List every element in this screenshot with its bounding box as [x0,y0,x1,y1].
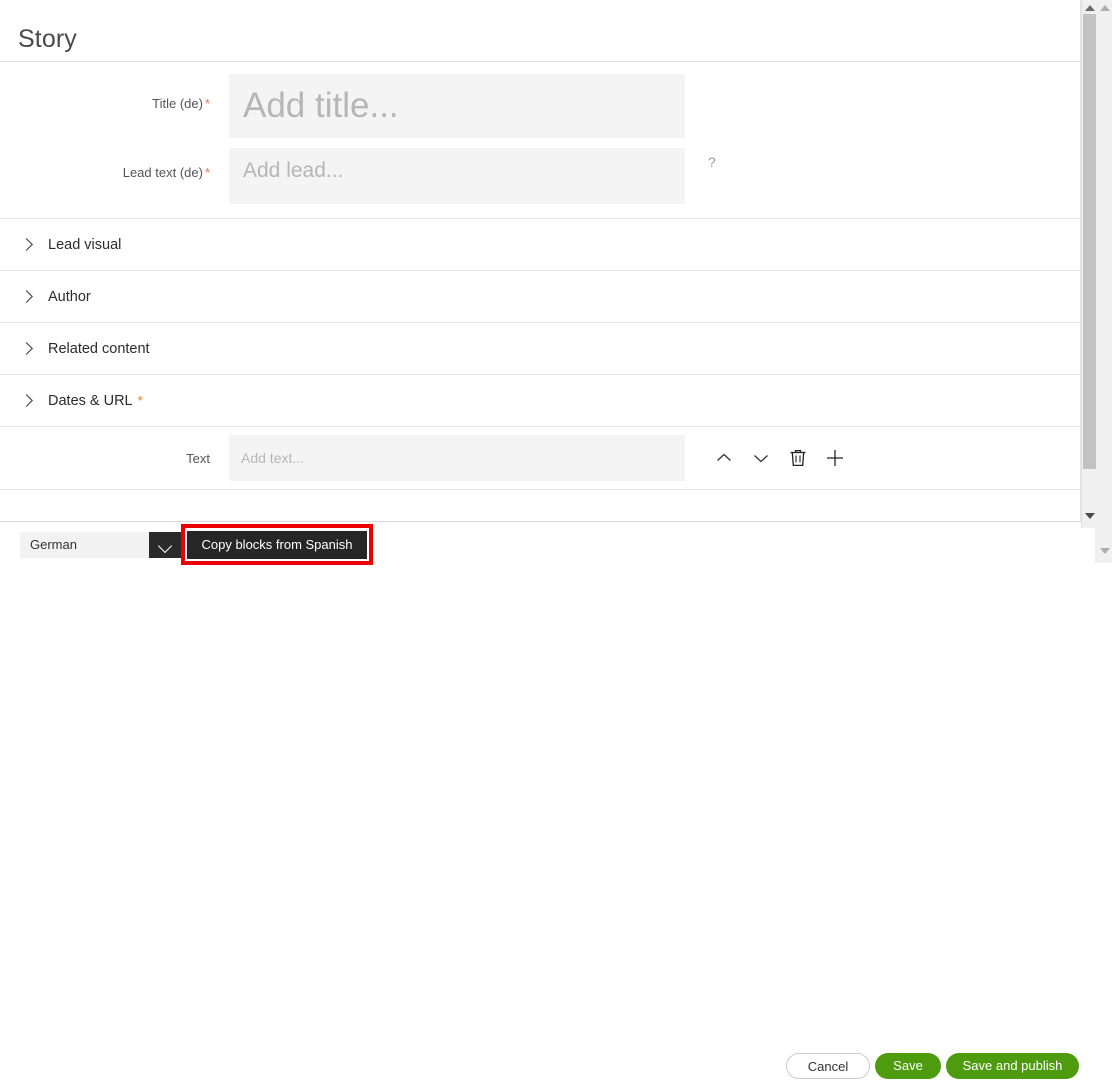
section-label: Author [48,288,91,305]
section-lead-visual[interactable]: Lead visual [0,219,1080,271]
scroll-down-arrow-icon[interactable] [1085,513,1095,519]
text-block-label: Text [186,450,210,466]
title-label-text: Title (de) [152,96,203,111]
inner-scrollbar-thumb[interactable] [1083,14,1096,469]
save-and-publish-button[interactable]: Save and publish [946,1053,1079,1079]
content-block-text: Text [0,427,1080,490]
language-select-value: German [30,537,77,552]
lead-required-marker: * [204,165,210,180]
move-up-icon[interactable] [713,447,735,469]
title-input[interactable] [229,74,685,138]
application-root: Story Title (de)* ? Lead text (de)* [0,0,1112,1079]
chevron-right-icon [21,239,33,251]
panel-header: Story [0,0,1080,62]
page-title: Story [18,25,77,53]
add-icon[interactable] [824,447,846,469]
title-field-label: Title (de) * [0,74,210,111]
save-button[interactable]: Save [875,1053,941,1079]
basic-fields-block: Title (de)* ? Lead text (de)* ? [0,62,1080,237]
move-down-icon[interactable] [750,447,772,469]
story-editor-panel: Story Title (de)* ? Lead text (de)* [0,0,1081,521]
footer-bar: German Copy blocks from Spanish Cancel S… [0,521,1095,1079]
section-related-content[interactable]: Related content [0,323,1080,375]
page-scroll-down-arrow-icon[interactable] [1100,548,1110,554]
chevron-down-icon[interactable] [149,532,182,558]
chevron-right-icon [21,395,33,407]
copy-blocks-from-spanish-button[interactable]: Copy blocks from Spanish [187,531,367,559]
dates-url-required-marker: * [137,393,143,408]
outer-vertical-scrollbar[interactable] [1097,0,1112,563]
lead-field-label: Lead text (de) * [0,148,210,180]
cancel-button[interactable]: Cancel [786,1053,870,1079]
section-label: Lead visual [48,236,122,253]
section-dates-url[interactable]: Dates & URL * [0,375,1080,427]
title-required-marker: * [204,96,210,111]
section-label: Related content [48,340,150,357]
scroll-up-arrow-icon[interactable] [1085,5,1095,11]
field-row-lead: Lead text (de)* ? [0,148,1080,237]
page-scroll-up-arrow-icon[interactable] [1100,5,1110,11]
form-body: Title (de)* ? Lead text (de)* ? Lead [0,62,1080,521]
section-label: Dates & URL [48,392,133,409]
lead-label-text: Lead text (de) [122,165,203,180]
inner-vertical-scrollbar[interactable] [1081,0,1096,528]
chevron-right-icon [21,343,33,355]
lead-text-input[interactable] [229,148,685,204]
field-row-title: Title (de)* ? [0,74,1080,170]
delete-icon[interactable] [787,447,809,469]
section-author[interactable]: Author [0,271,1080,323]
block-action-toolbar [713,447,846,469]
text-block-input[interactable] [229,435,685,481]
language-select[interactable]: German [20,532,182,558]
chevron-right-icon [21,291,33,303]
